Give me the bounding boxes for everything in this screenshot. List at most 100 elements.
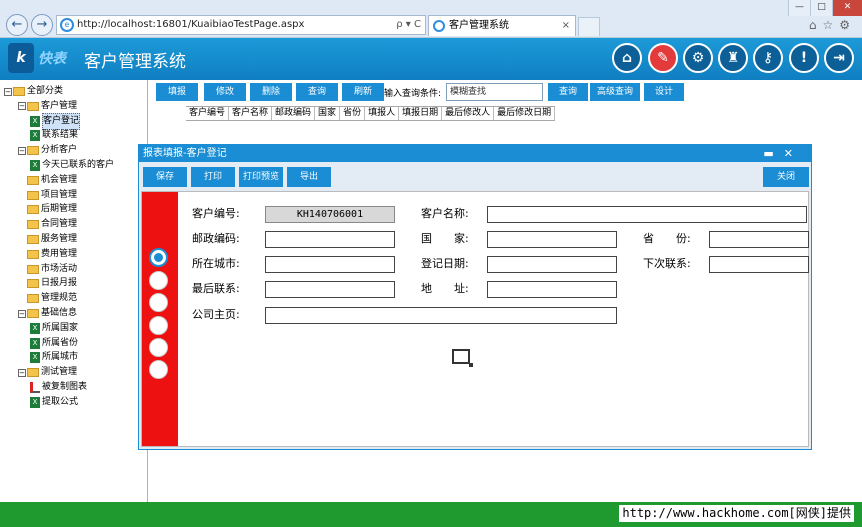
dialog-titlebar[interactable]: 报表填报-客户登记 ▬✕ (139, 145, 811, 162)
sheet-icon: X (30, 337, 40, 349)
column-header[interactable]: 国家 (315, 107, 341, 120)
minimize-button[interactable]: — (788, 0, 810, 16)
dialog-button-1[interactable]: 保存 (143, 167, 187, 187)
postcode-field[interactable] (265, 231, 395, 248)
dialog-button-2[interactable]: 打印 (191, 167, 235, 187)
tree-item[interactable]: − 基础信息 (18, 306, 77, 321)
tree-item[interactable]: X 所属城市 (30, 350, 78, 365)
tree-item[interactable]: 合同管理 (18, 217, 77, 232)
tree-item-label: 机会管理 (41, 174, 78, 185)
tree-item[interactable]: − 全部分类 (4, 84, 63, 99)
collapse-icon[interactable]: − (4, 87, 12, 96)
tree-item[interactable]: X 客户登记 (30, 112, 81, 130)
step-radio-1[interactable] (149, 248, 168, 267)
category-tree: − 全部分类 − 客户管理 X 客户登记 X 联系结果 − 分析客户 X 今天已联系的客户 机会管理 项目… (0, 80, 148, 502)
info-icon[interactable]: ! (789, 43, 819, 73)
exit-icon[interactable]: ⇥ (824, 43, 854, 73)
back-button[interactable]: ← (6, 14, 28, 36)
key-icon[interactable]: ⚷ (753, 43, 783, 73)
maximize-button[interactable]: □ (810, 0, 832, 16)
resize-handle-icon[interactable] (452, 349, 473, 367)
collapse-icon[interactable]: − (18, 146, 26, 155)
collapse-icon[interactable]: − (18, 309, 26, 318)
customer-no-field[interactable]: KH140706001 (265, 206, 395, 223)
column-header[interactable]: 客户编号 (186, 107, 230, 120)
close-button[interactable]: 关闭 (763, 167, 809, 187)
step-radio-5[interactable] (149, 338, 168, 357)
home-icon[interactable]: ⌂ (612, 43, 642, 73)
tree-item[interactable]: 费用管理 (18, 247, 77, 262)
tree-item[interactable]: 日报月报 (18, 276, 77, 291)
forward-button[interactable]: → (31, 14, 53, 36)
folder-icon (27, 235, 39, 244)
homepage-field[interactable] (265, 307, 617, 324)
tree-item[interactable]: 管理规范 (18, 291, 77, 306)
tree-item-label: 客户登记 (42, 112, 81, 130)
address-field[interactable] (487, 281, 617, 298)
column-header[interactable]: 客户名称 (229, 107, 273, 120)
toolbar-button-2[interactable]: 修改 (204, 83, 246, 101)
tree-item[interactable]: − 客户管理 (18, 99, 77, 114)
column-header[interactable]: 最后修改日期 (494, 107, 556, 120)
city-label: 所在城市: (192, 257, 240, 270)
tab-close-icon[interactable]: × (562, 16, 570, 36)
tab-active[interactable]: 客户管理系统 × (428, 15, 576, 36)
step-radio-3[interactable] (149, 293, 168, 312)
tree-item[interactable]: X 所属省份 (30, 336, 78, 351)
shirt-icon[interactable]: ♜ (718, 43, 748, 73)
tree-item[interactable]: 后期管理 (18, 202, 77, 217)
toolbar-right-button-3[interactable]: 设计 (644, 83, 684, 101)
folder-icon (27, 190, 39, 200)
tree-item[interactable]: X 所属国家 (30, 321, 78, 336)
province-field[interactable] (709, 231, 809, 248)
step-radio-4[interactable] (149, 316, 168, 335)
toolbar-button-3[interactable]: 删除 (250, 83, 292, 101)
last-contact-field[interactable] (265, 281, 395, 298)
tree-item[interactable]: X 提取公式 (30, 395, 78, 410)
form-icon[interactable]: ✎ (648, 43, 678, 73)
tree-item[interactable]: − 测试管理 (18, 365, 77, 380)
tree-item-label: 提取公式 (42, 396, 79, 407)
new-tab-button[interactable] (578, 17, 600, 36)
toolbar-right-button-1[interactable]: 查询 (548, 83, 588, 101)
settings-icon[interactable]: ⚙ (683, 43, 713, 73)
toolbar-button-1[interactable]: 填报 (156, 83, 198, 101)
tree-item[interactable]: 机会管理 (18, 173, 77, 188)
tree-item[interactable]: 被复制图表 (30, 380, 87, 395)
column-header[interactable]: 填报人 (365, 107, 400, 120)
toolbar-right-button-2[interactable]: 高级查询 (590, 83, 640, 101)
address-controls[interactable]: ρ ▾ C (396, 16, 421, 34)
tree-item-label: 后期管理 (41, 204, 78, 215)
city-field[interactable] (265, 256, 395, 273)
collapse-icon[interactable]: − (18, 368, 26, 377)
browser-toolbar-icons[interactable]: ⌂☆⚙ (809, 18, 856, 32)
column-header[interactable]: 填报日期 (399, 107, 443, 120)
column-header[interactable]: 省份 (340, 107, 366, 120)
toolbar-button-4[interactable]: 查询 (296, 83, 338, 101)
dialog-window-controls[interactable]: ▬✕ (763, 145, 803, 162)
toolbar-button-5[interactable]: 刷新 (342, 83, 384, 101)
step-radio-2[interactable] (149, 271, 168, 290)
tree-item[interactable]: 市场活动 (18, 262, 77, 277)
step-radio-6[interactable] (149, 360, 168, 379)
next-contact-field[interactable] (709, 256, 809, 273)
tree-item-label: 测试管理 (41, 367, 78, 378)
reg-date-field[interactable] (487, 256, 617, 273)
country-field[interactable] (487, 231, 617, 248)
tree-item[interactable]: 服务管理 (18, 232, 77, 247)
customer-name-field[interactable] (487, 206, 807, 223)
dialog-button-4[interactable]: 导出 (287, 167, 331, 187)
close-window-button[interactable]: ✕ (832, 0, 862, 16)
tree-item[interactable]: 项目管理 (18, 188, 77, 203)
province-label: 省 份: (643, 232, 691, 245)
tree-item[interactable]: X 今天已联系的客户 (30, 158, 114, 173)
fill-report-dialog: 报表填报-客户登记 ▬✕ 保存 打印 打印预览 导出 关闭 客户编号: KH14070… (138, 144, 812, 450)
column-header[interactable]: 邮政编码 (272, 107, 316, 120)
dialog-button-3[interactable]: 打印预览 (239, 167, 283, 187)
tree-item[interactable]: − 分析客户 (18, 143, 77, 158)
collapse-icon[interactable]: − (18, 102, 26, 111)
column-header[interactable]: 最后修改人 (442, 107, 495, 120)
tree-item[interactable]: X 联系结果 (30, 128, 78, 143)
query-input[interactable]: 模糊查找 (446, 83, 543, 101)
address-bar[interactable]: e http://localhost:16801/KuaibiaoTestPag… (56, 15, 426, 35)
